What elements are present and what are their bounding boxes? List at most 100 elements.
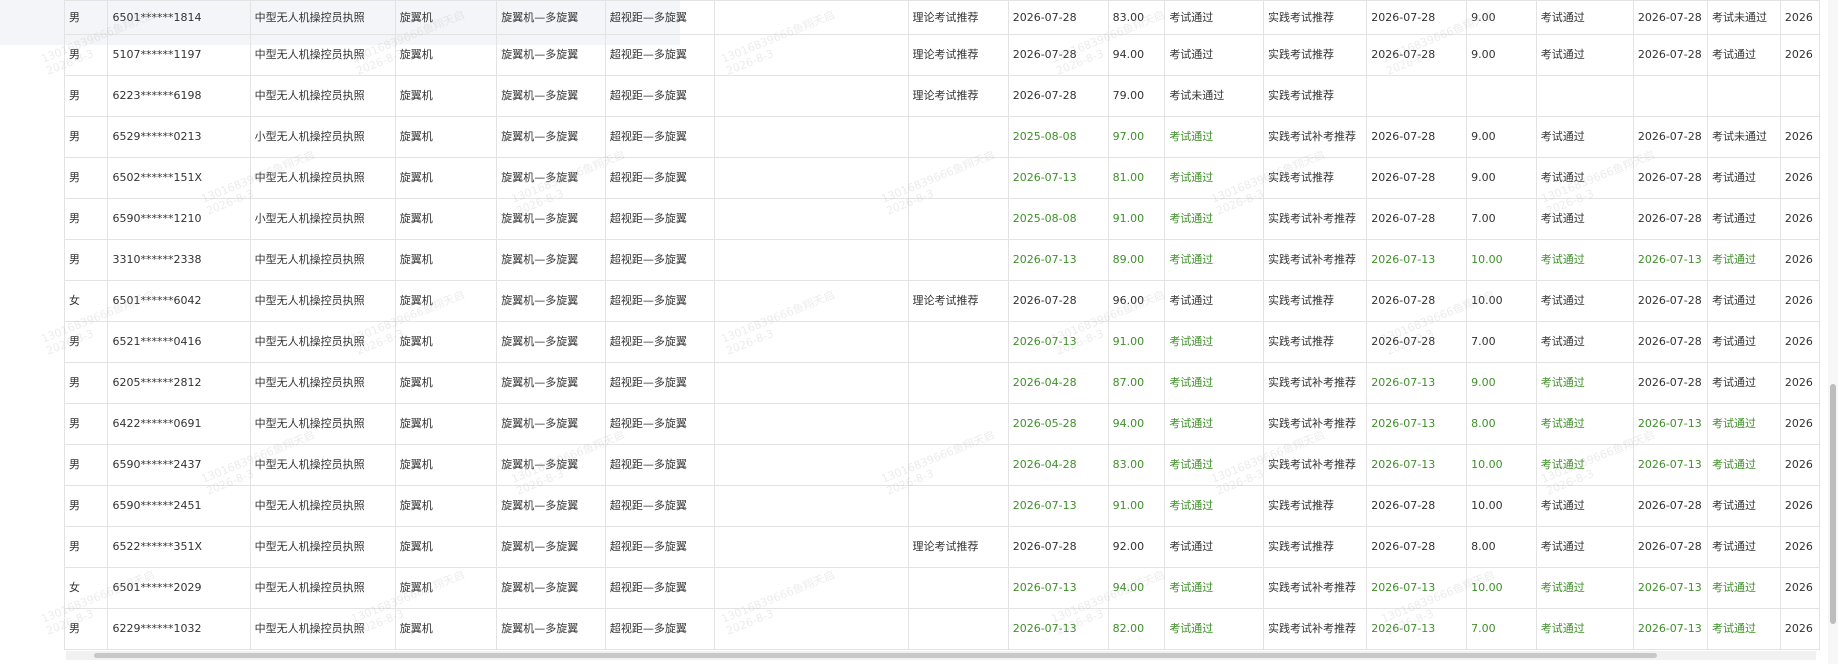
- table-row[interactable]: 男 6223******6198 中型无人机操控员执照 旋翼机 旋翼机—多旋翼 超视距—多…: [63, 75, 1820, 117]
- cell-category: 旋翼机—多旋翼: [496, 198, 606, 240]
- cell-theory-status: [907, 485, 1009, 527]
- table-row[interactable]: 男 6522******351X 中型无人机操控员执照 旋翼机 旋翼机—多旋翼 超视距—多…: [63, 526, 1820, 568]
- cell-tail: 2026: [1779, 321, 1820, 363]
- cell-tail: 2026: [1779, 0, 1820, 35]
- cell-p1-score: 9.00: [1466, 157, 1537, 199]
- cell-aircraft: 旋翼机: [394, 485, 498, 527]
- cell-theory-status: [907, 116, 1009, 158]
- cell-p2-result: 考试通过: [1706, 321, 1781, 363]
- table-row[interactable]: 男 6521******0416 中型无人机操控员执照 旋翼机 旋翼机—多旋翼 超视距—多…: [63, 321, 1820, 363]
- cell-p1-date: 2026-07-28: [1366, 157, 1468, 199]
- horizontal-scroll-thumb[interactable]: [94, 653, 1657, 658]
- cell-practice-status: 实践考试补考推荐: [1262, 239, 1368, 281]
- cell-id: 6422******0691: [107, 403, 251, 445]
- cell-p1-result: [1535, 75, 1634, 117]
- cell-license: 中型无人机操控员执照: [249, 608, 396, 650]
- cell-gender: 女: [63, 567, 109, 609]
- cell-p1-date: 2026-07-13: [1366, 403, 1468, 445]
- table-row[interactable]: 女 6501******6042 中型无人机操控员执照 旋翼机 旋翼机—多旋翼 超视距—多…: [63, 280, 1820, 322]
- cell-practice-status: 实践考试推荐: [1262, 157, 1368, 199]
- cell-theory-status: [907, 321, 1009, 363]
- cell-p1-date: 2026-07-13: [1366, 362, 1468, 404]
- cell-p2-result: 考试通过: [1706, 198, 1781, 240]
- cell-category: 旋翼机—多旋翼: [496, 403, 606, 445]
- cell-theory-score: 96.00: [1107, 280, 1166, 322]
- cell-p2-result: 考试通过: [1706, 444, 1781, 486]
- cell-aircraft: 旋翼机: [394, 444, 498, 486]
- cell-gender: 男: [63, 0, 109, 35]
- cell-practice-status: 实践考试补考推荐: [1262, 198, 1368, 240]
- cell-tail: 2026: [1779, 157, 1820, 199]
- cell-license: 中型无人机操控员执照: [249, 567, 396, 609]
- table-row[interactable]: 男 3310******2338 中型无人机操控员执照 旋翼机 旋翼机—多旋翼 超视距—多…: [63, 239, 1820, 281]
- cell-p2-result: 考试未通过: [1706, 116, 1781, 158]
- cell-tail: 2026: [1779, 34, 1820, 76]
- cell-id: 6590******2451: [107, 485, 251, 527]
- table-row[interactable]: 女 6501******2029 中型无人机操控员执照 旋翼机 旋翼机—多旋翼 超视距—多…: [63, 567, 1820, 609]
- table-row[interactable]: 男 6590******2437 中型无人机操控员执照 旋翼机 旋翼机—多旋翼 超视距—多…: [63, 444, 1820, 486]
- table-row[interactable]: 男 6529******0213 小型无人机操控员执照 旋翼机 旋翼机—多旋翼 超视距—多…: [63, 116, 1820, 158]
- cell-gap: [713, 403, 909, 445]
- vertical-scroll-thumb[interactable]: [1830, 384, 1836, 624]
- table-row[interactable]: 男 6205******2812 中型无人机操控员执照 旋翼机 旋翼机—多旋翼 超视距—多…: [63, 362, 1820, 404]
- cell-theory-score: 89.00: [1107, 239, 1166, 281]
- cell-gender: 男: [63, 75, 109, 117]
- table-row[interactable]: 男 6590******2451 中型无人机操控员执照 旋翼机 旋翼机—多旋翼 超视距—多…: [63, 485, 1820, 527]
- table-row[interactable]: 男 6501******1814 中型无人机操控员执照 旋翼机 旋翼机—多旋翼 超视距—多…: [63, 0, 1820, 35]
- cell-p2-result: 考试通过: [1706, 608, 1781, 650]
- cell-tail: 2026: [1779, 608, 1820, 650]
- cell-p2-result: 考试通过: [1706, 280, 1781, 322]
- cell-theory-score: 97.00: [1107, 116, 1166, 158]
- vertical-scrollbar[interactable]: [1828, 0, 1838, 664]
- cell-gap: [713, 608, 909, 650]
- cell-license: 中型无人机操控员执照: [249, 75, 396, 117]
- cell-p1-date: 2026-07-13: [1366, 444, 1468, 486]
- cell-theory-result: 考试通过: [1164, 321, 1264, 363]
- cell-aircraft: 旋翼机: [394, 526, 498, 568]
- cell-id: 6229******1032: [107, 608, 251, 650]
- cell-license: 中型无人机操控员执照: [249, 485, 396, 527]
- cell-theory-result: 考试通过: [1164, 0, 1264, 35]
- cell-aircraft: 旋翼机: [394, 362, 498, 404]
- cell-tail: 2026: [1779, 198, 1820, 240]
- cell-category: 旋翼机—多旋翼: [496, 321, 606, 363]
- cell-p2-date: 2026-07-28: [1632, 362, 1708, 404]
- cell-p1-result: 考试通过: [1535, 485, 1634, 527]
- cell-license: 中型无人机操控员执照: [249, 239, 396, 281]
- cell-theory-score: 82.00: [1107, 608, 1166, 650]
- cell-p1-score: 7.00: [1466, 321, 1537, 363]
- cell-theory-date: 2026-07-13: [1007, 608, 1109, 650]
- cell-level: 超视距—多旋翼: [604, 239, 715, 281]
- cell-gender: 男: [63, 444, 109, 486]
- cell-gap: [713, 157, 909, 199]
- cell-p2-date: 2026-07-28: [1632, 34, 1708, 76]
- cell-license: 小型无人机操控员执照: [249, 198, 396, 240]
- cell-theory-date: 2026-07-13: [1007, 567, 1109, 609]
- cell-gap: [713, 526, 909, 568]
- cell-aircraft: 旋翼机: [394, 198, 498, 240]
- cell-theory-status: [907, 403, 1009, 445]
- cell-aircraft: 旋翼机: [394, 567, 498, 609]
- table-body: 男 6501******1814 中型无人机操控员执照 旋翼机 旋翼机—多旋翼 超视距—多…: [63, 0, 1820, 650]
- table-row[interactable]: 男 6422******0691 中型无人机操控员执照 旋翼机 旋翼机—多旋翼 超视距—多…: [63, 403, 1820, 445]
- cell-gender: 男: [63, 116, 109, 158]
- table-row[interactable]: 男 5107******1197 中型无人机操控员执照 旋翼机 旋翼机—多旋翼 超视距—多…: [63, 34, 1820, 76]
- table-row[interactable]: 男 6502******151X 中型无人机操控员执照 旋翼机 旋翼机—多旋翼 超视距—多…: [63, 157, 1820, 199]
- cell-theory-score: 91.00: [1107, 321, 1166, 363]
- cell-p2-date: 2026-07-28: [1632, 0, 1708, 35]
- cell-p1-date: 2026-07-13: [1366, 608, 1468, 650]
- table-row[interactable]: 男 6590******1210 小型无人机操控员执照 旋翼机 旋翼机—多旋翼 超视距—多…: [63, 198, 1820, 240]
- cell-id: 6223******6198: [107, 75, 251, 117]
- cell-license: 中型无人机操控员执照: [249, 0, 396, 35]
- cell-p2-date: 2026-07-13: [1632, 567, 1708, 609]
- cell-theory-status: [907, 198, 1009, 240]
- table-row[interactable]: 男 6229******1032 中型无人机操控员执照 旋翼机 旋翼机—多旋翼 超视距—多…: [63, 608, 1820, 650]
- cell-aircraft: 旋翼机: [394, 157, 498, 199]
- cell-p1-date: [1366, 75, 1468, 117]
- cell-theory-score: 94.00: [1107, 567, 1166, 609]
- cell-theory-date: 2026-07-13: [1007, 157, 1109, 199]
- horizontal-scrollbar[interactable]: [66, 651, 1816, 660]
- cell-p1-score: 9.00: [1466, 116, 1537, 158]
- cell-gap: [713, 0, 909, 35]
- cell-p1-score: 9.00: [1466, 0, 1537, 35]
